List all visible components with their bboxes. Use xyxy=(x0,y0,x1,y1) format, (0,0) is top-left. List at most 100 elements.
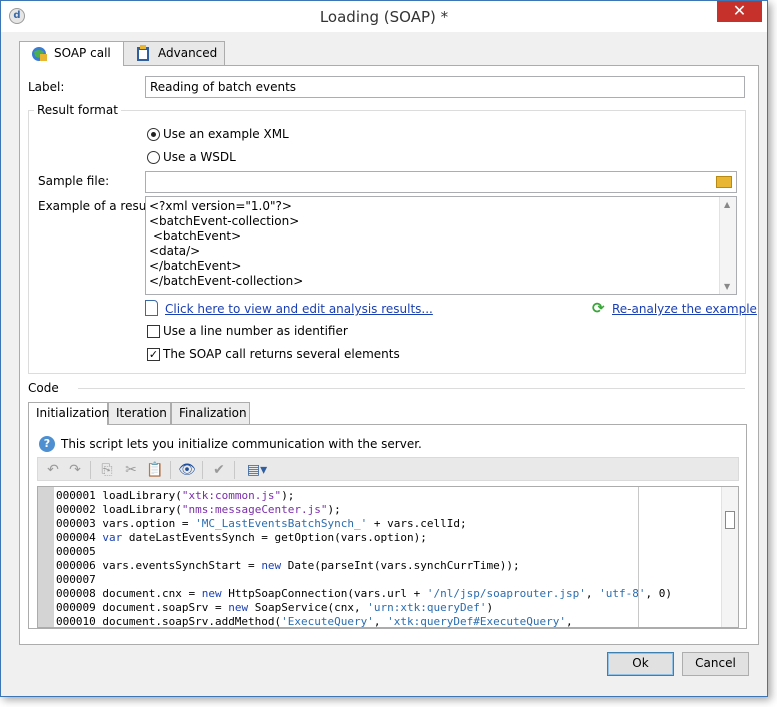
code-token: "nms:messageCenter.js" xyxy=(181,503,328,516)
code-panel: ? This script lets you initialize commun… xyxy=(28,424,747,629)
close-button[interactable]: ✕ xyxy=(717,1,762,22)
soap-call-panel: Label: Reading of batch events Result fo… xyxy=(19,65,759,645)
code-token: , xyxy=(585,587,600,600)
line-number: 000010 xyxy=(56,615,103,628)
code-token: 'MC_LastEventsBatchSynch_' xyxy=(195,517,368,530)
line-number-checkbox[interactable] xyxy=(147,325,160,338)
scroll-up-arrow[interactable]: ▲ xyxy=(724,200,730,209)
editor-scrollbar[interactable] xyxy=(721,487,738,627)
window-title: Loading (SOAP) * xyxy=(319,8,449,26)
code-token: new xyxy=(261,559,282,572)
code-token: loadLibrary( xyxy=(102,489,182,502)
tab-initialization[interactable]: Initialization xyxy=(28,402,109,425)
editor-gutter xyxy=(38,487,54,627)
code-divider xyxy=(78,388,745,389)
line-number: 000006 xyxy=(56,559,103,572)
code-token: 'xtk:queryDef#ExecuteQuery' xyxy=(387,615,566,628)
line-number: 000001 xyxy=(56,489,103,502)
refresh-icon: ⟳ xyxy=(592,299,605,317)
code-line: 000003 vars.option = 'MC_LastEventsBatch… xyxy=(56,517,467,530)
tab-advanced[interactable]: Advanced xyxy=(123,41,225,65)
find-icon[interactable]: 👁 xyxy=(178,461,196,479)
example-caption: Example of a result: xyxy=(38,199,159,213)
code-line: 000004 var dateLastEventsSynch = getOpti… xyxy=(56,531,427,544)
view-edit-analysis-link[interactable]: Click here to view and edit analysis res… xyxy=(165,302,433,316)
scroll-down-arrow[interactable]: ▼ xyxy=(724,282,730,291)
xml-line: </batchEvent> xyxy=(149,259,242,273)
code-line: 000008 document.cnx = new HttpSoapConnec… xyxy=(56,587,672,600)
code-editor[interactable]: 000001 loadLibrary("xtk:common.js"); 0000… xyxy=(37,486,739,628)
code-token: , xyxy=(373,615,388,628)
line-number: 000004 xyxy=(56,531,103,544)
code-line: 000006 vars.eventsSynchStart = new Date(… xyxy=(56,559,520,572)
tab-finalization[interactable]: Finalization xyxy=(171,402,250,424)
dialog-window: d Loading (SOAP) * ✕ SOAP call Advanced … xyxy=(0,0,768,697)
xml-line: <batchEvent> xyxy=(149,229,242,243)
tab-soap-call[interactable]: SOAP call xyxy=(19,41,124,66)
help-text: This script lets you initialize communic… xyxy=(61,437,422,451)
cancel-button[interactable]: Cancel xyxy=(682,652,749,676)
example-scrollbar[interactable]: ▲ ▼ xyxy=(719,197,736,294)
line-number: 000009 xyxy=(56,601,103,614)
code-token: 'ExecuteQuery' xyxy=(281,615,374,628)
insert-menu-icon[interactable]: ▤▾ xyxy=(244,461,270,479)
code-line: 000009 document.soapSrv = new SoapServic… xyxy=(56,601,493,614)
code-token: document.cnx = xyxy=(102,587,202,600)
tab-label: SOAP call xyxy=(54,46,111,60)
tab-iteration[interactable]: Iteration xyxy=(108,402,171,424)
label-input[interactable]: Reading of batch events xyxy=(145,76,745,98)
code-section-title: Code xyxy=(28,381,59,395)
code-toolbar: ↶ ↷ ⎘ ✂ 📋 👁 ✔ ▤▾ xyxy=(37,457,739,481)
code-token: ); xyxy=(281,489,295,502)
example-result-textarea[interactable]: <?xml version="1.0"?> <batchEvent-collec… xyxy=(145,196,737,295)
editor-scroll-thumb[interactable] xyxy=(725,511,735,529)
validate-icon[interactable]: ✔ xyxy=(210,461,228,479)
code-token: "xtk:common.js" xyxy=(181,489,282,502)
code-token: , xyxy=(565,615,573,628)
code-token: ) xyxy=(486,601,494,614)
folder-icon[interactable] xyxy=(716,176,732,188)
radio-wsdl[interactable] xyxy=(147,151,160,164)
cut-icon[interactable]: ✂ xyxy=(122,461,140,479)
reanalyze-link[interactable]: Re-analyze the example xyxy=(612,302,757,316)
code-token: ); xyxy=(327,503,341,516)
copy-icon[interactable]: ⎘ xyxy=(98,461,116,479)
clipboard-icon xyxy=(137,45,149,61)
ok-button[interactable]: Ok xyxy=(607,652,674,676)
sample-file-input[interactable] xyxy=(145,171,737,193)
several-elements-checkbox[interactable]: ✓ xyxy=(147,348,160,361)
code-token: , 0) xyxy=(645,587,672,600)
undo-icon[interactable]: ↶ xyxy=(44,461,62,479)
toolbar-separator xyxy=(202,461,203,479)
code-token: HttpSoapConnection(vars.url + xyxy=(221,587,427,600)
line-number: 000002 xyxy=(56,503,103,516)
code-token: new xyxy=(201,587,222,600)
line-number: 000007 xyxy=(56,573,103,586)
code-token: vars.eventsSynchStart = xyxy=(102,559,262,572)
cancel-button-label: Cancel xyxy=(695,656,736,670)
code-token: 'urn:xtk:queryDef' xyxy=(367,601,487,614)
xml-line: <?xml version="1.0"?> xyxy=(149,199,292,213)
xml-line: <data/> xyxy=(149,244,201,258)
code-line: 000005 xyxy=(56,545,102,558)
xml-line: <batchEvent-collection> xyxy=(149,214,300,228)
code-line: 000002 loadLibrary("nms:messageCenter.js… xyxy=(56,503,341,516)
document-edit-icon xyxy=(145,300,158,316)
paste-icon[interactable]: 📋 xyxy=(146,461,164,479)
code-token: '/nl/jsp/soaprouter.jsp' xyxy=(426,587,586,600)
redo-icon[interactable]: ↷ xyxy=(66,461,84,479)
toolbar-separator xyxy=(90,461,91,479)
title-bar: d Loading (SOAP) * ✕ xyxy=(1,1,767,32)
code-line: 000007 xyxy=(56,573,102,586)
code-token: new xyxy=(228,601,249,614)
line-number: 000008 xyxy=(56,587,103,600)
tab-label: Advanced xyxy=(158,46,218,60)
code-token: + vars.cellId; xyxy=(367,517,467,530)
result-format-title: Result format xyxy=(34,103,121,117)
help-icon: ? xyxy=(39,436,55,452)
code-line: 000010 document.soapSrv.addMethod('Execu… xyxy=(56,615,573,628)
radio-example-xml[interactable] xyxy=(147,128,160,141)
label-caption: Label: xyxy=(28,80,65,94)
xml-line: </batchEvent-collection> xyxy=(149,274,304,288)
editor-margin-line xyxy=(638,487,639,627)
